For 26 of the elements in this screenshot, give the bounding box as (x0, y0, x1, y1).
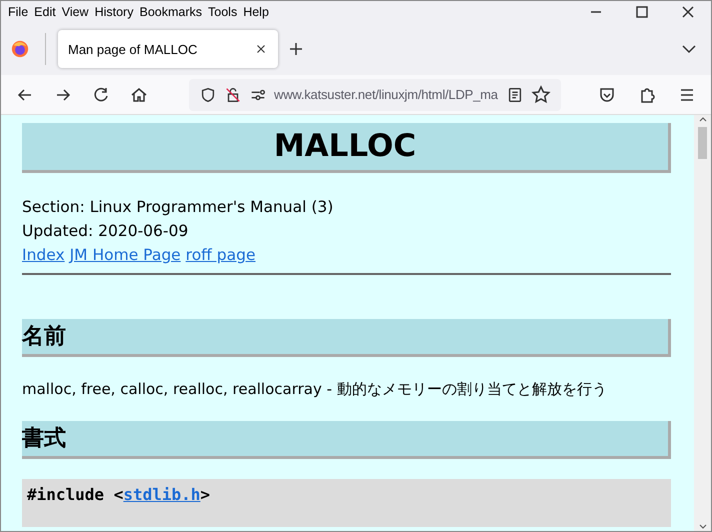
scrollbar[interactable] (694, 115, 711, 531)
page-title: MALLOC (22, 123, 671, 173)
nav-link[interactable]: roff page (186, 246, 256, 264)
shield-icon[interactable] (199, 86, 217, 104)
menu-item[interactable]: Help (242, 5, 274, 19)
section-label: Section: Linux Programmer's Manual (3) (22, 197, 334, 218)
lock-crossed-icon[interactable] (224, 86, 242, 104)
menu-item[interactable]: Tools (207, 5, 242, 19)
menu-item[interactable]: History (94, 5, 138, 19)
scrollbar-thumb[interactable] (698, 127, 707, 159)
browser-logo-icon[interactable] (11, 40, 29, 58)
menu-item[interactable]: Edit (33, 5, 61, 19)
section-heading: 名前 (22, 319, 671, 357)
browser-tab[interactable]: Man page of MALLOC (58, 30, 278, 68)
menu-item[interactable]: Bookmarks (138, 5, 208, 19)
description-text: malloc, free, calloc, realloc, reallocarray - 動的なメモリーの割り当てと解放を行う (22, 379, 608, 400)
section-heading: 書式 (22, 421, 671, 459)
header-link[interactable]: stdlib.h (123, 485, 200, 504)
bookmark-star-icon[interactable] (531, 84, 551, 104)
reader-view-icon[interactable] (506, 86, 524, 104)
updated-date: Updated: 2020-06-09 (22, 221, 190, 242)
code-block: #include <stdlib.h> (22, 479, 671, 527)
nav-link[interactable]: JM Home Page (70, 246, 181, 264)
menu-item[interactable]: File (7, 5, 34, 19)
nav-link[interactable]: Index (22, 246, 65, 264)
menu-item[interactable]: View (60, 5, 94, 19)
